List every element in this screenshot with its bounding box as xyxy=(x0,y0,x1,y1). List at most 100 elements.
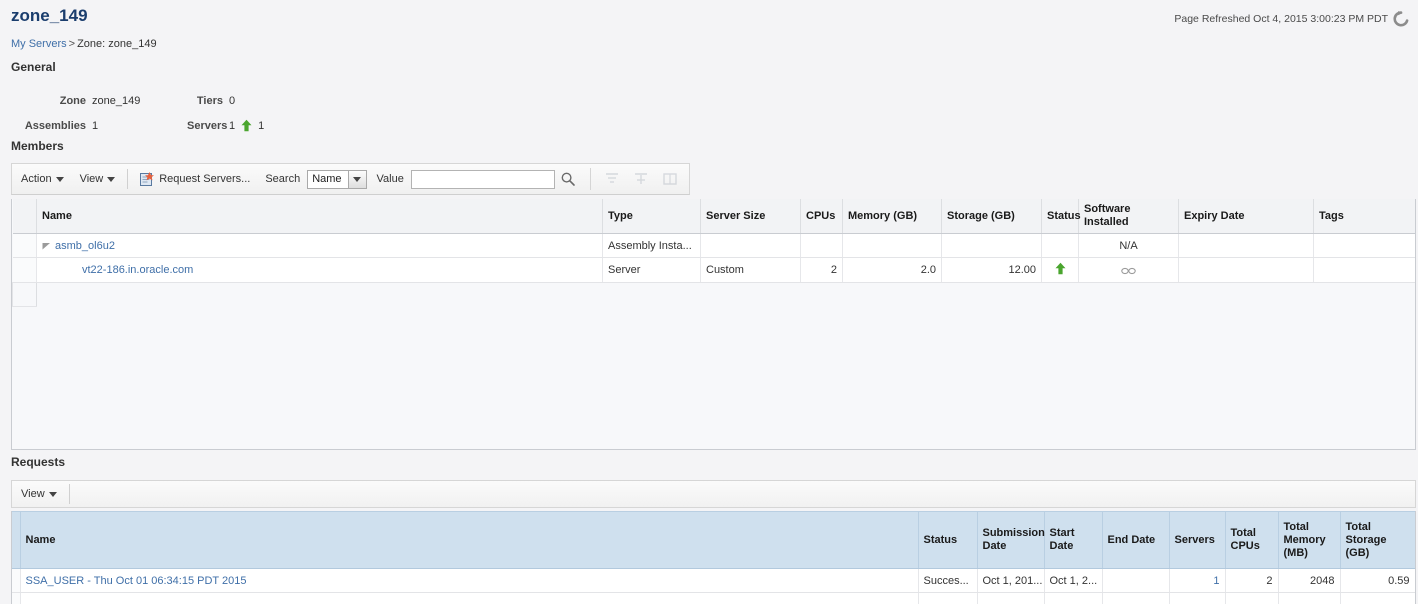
page-root: zone_149 Page Refreshed Oct 4, 2015 3:00… xyxy=(0,0,1418,604)
request-servers-cell: 1 xyxy=(1169,568,1226,593)
expand-all-icon[interactable] xyxy=(633,171,649,187)
action-menu-button[interactable]: Action xyxy=(12,164,72,194)
request-empty-cell xyxy=(977,592,1045,604)
members-col-expiry-date[interactable]: Expiry Date xyxy=(1178,199,1314,234)
request-total-cpus-cell: 2 xyxy=(1225,568,1279,593)
requests-select-column-header xyxy=(12,511,21,569)
request-servers-label: Request Servers... xyxy=(159,173,251,185)
servers-value: 1 xyxy=(229,119,236,132)
filler-select-cell xyxy=(12,282,37,307)
tiers-value: 0 xyxy=(229,94,236,107)
request-empty-cell xyxy=(918,592,978,604)
detach-icon[interactable] xyxy=(662,171,678,187)
members-table: Name Type Server Size CPUs Memory (GB) S… xyxy=(12,199,1415,307)
members-col-memory[interactable]: Memory (GB) xyxy=(842,199,942,234)
up-arrow-icon xyxy=(1054,262,1067,275)
row-select-cell[interactable] xyxy=(12,257,37,283)
member-tags-cell xyxy=(1313,257,1415,283)
row-select-cell[interactable] xyxy=(12,233,37,258)
members-col-name[interactable]: Name xyxy=(36,199,603,234)
search-icon[interactable] xyxy=(560,171,576,187)
requests-partial-row[interactable] xyxy=(12,592,1415,604)
requests-col-name[interactable]: Name xyxy=(20,511,919,569)
requests-col-start-date[interactable]: Start Date xyxy=(1044,511,1103,569)
request-empty-cell xyxy=(1278,592,1341,604)
chevron-down-glyph xyxy=(353,176,362,182)
chevron-down-icon[interactable] xyxy=(347,170,366,188)
chevron-down-icon xyxy=(55,176,64,182)
members-select-column-header xyxy=(12,199,37,234)
members-empty-filler-row xyxy=(12,282,1415,307)
filler-cell xyxy=(36,282,1415,307)
tiers-label: Tiers xyxy=(196,94,223,107)
member-software-installed-cell: N/A xyxy=(1078,233,1179,258)
member-memory-cell: 2.0 xyxy=(842,257,942,283)
page-title: zone_149 xyxy=(11,6,88,25)
breadcrumb-separator: > xyxy=(68,38,76,50)
members-col-software-installed[interactable]: Software Installed xyxy=(1078,199,1179,234)
breadcrumb-link-my-servers[interactable]: My Servers xyxy=(11,38,67,50)
requests-col-servers[interactable]: Servers xyxy=(1169,511,1226,569)
requests-col-status[interactable]: Status xyxy=(918,511,978,569)
request-name-link[interactable]: SSA_USER - Thu Oct 01 06:34:15 PDT 2015 xyxy=(26,575,247,587)
member-server-size-cell: Custom xyxy=(700,257,801,283)
member-expiry-date-cell xyxy=(1178,233,1314,258)
members-toolbar: Action View Request Servers... Search Na… xyxy=(11,163,690,195)
member-server-size-cell xyxy=(700,233,801,258)
member-name-cell: vt22-186.in.oracle.com xyxy=(36,257,603,283)
general-section-title: General xyxy=(11,60,56,74)
page-refresh-group: Page Refreshed Oct 4, 2015 3:00:23 PM PD… xyxy=(1174,10,1410,28)
request-empty-cell xyxy=(1340,592,1415,604)
request-servers-button[interactable]: Request Servers... xyxy=(132,164,257,194)
collapse-triangle-icon[interactable] xyxy=(42,241,51,250)
requests-view-menu-button[interactable]: View xyxy=(12,481,65,507)
requests-col-end-date[interactable]: End Date xyxy=(1102,511,1170,569)
member-cpus-cell xyxy=(800,233,843,258)
search-field-select[interactable]: Name xyxy=(307,169,367,189)
collapse-all-icon[interactable] xyxy=(604,171,620,187)
table-row[interactable]: vt22-186.in.oracle.com Server Custom 2 2… xyxy=(12,257,1415,283)
row-select-cell[interactable] xyxy=(12,568,21,593)
value-label: Value xyxy=(376,173,404,185)
breadcrumb-current: Zone: zone_149 xyxy=(77,38,157,50)
row-select-cell[interactable] xyxy=(12,592,21,604)
requests-header-row: Name Status Submission Date Start Date E… xyxy=(12,511,1415,569)
members-col-cpus[interactable]: CPUs xyxy=(800,199,843,234)
refresh-icon[interactable] xyxy=(1392,10,1410,28)
view-menu-label: View xyxy=(79,173,104,185)
glasses-icon xyxy=(1121,266,1136,275)
table-row[interactable]: asmb_ol6u2 Assembly Insta... N/A xyxy=(12,233,1415,258)
member-status-cell xyxy=(1041,257,1079,283)
request-servers-link[interactable]: 1 xyxy=(1213,575,1219,587)
member-cpus-cell: 2 xyxy=(800,257,843,283)
search-value-input[interactable] xyxy=(410,169,555,189)
requests-col-total-storage[interactable]: Total Storage (GB) xyxy=(1340,511,1415,569)
members-col-storage[interactable]: Storage (GB) xyxy=(941,199,1042,234)
members-col-status[interactable]: Status xyxy=(1041,199,1081,234)
request-empty-cell xyxy=(1225,592,1279,604)
member-software-installed-cell xyxy=(1078,257,1179,283)
members-col-tags[interactable]: Tags xyxy=(1313,199,1415,234)
view-menu-button[interactable]: View xyxy=(72,164,124,194)
table-row[interactable]: SSA_USER - Thu Oct 01 06:34:15 PDT 2015 … xyxy=(12,568,1415,593)
requests-col-total-cpus[interactable]: Total CPUs xyxy=(1225,511,1279,569)
members-col-type[interactable]: Type xyxy=(602,199,701,234)
chevron-down-icon xyxy=(107,176,116,182)
member-name-link[interactable]: asmb_ol6u2 xyxy=(55,240,115,252)
requests-col-submission-date[interactable]: Submission Date xyxy=(977,511,1045,569)
requests-table-container: Name Status Submission Date Start Date E… xyxy=(11,511,1416,604)
zone-label: Zone xyxy=(59,94,86,107)
request-empty-cell xyxy=(1169,592,1226,604)
member-name-link[interactable]: vt22-186.in.oracle.com xyxy=(82,264,193,276)
assemblies-value: 1 xyxy=(92,119,99,132)
member-tags-cell xyxy=(1313,233,1415,258)
request-start-date-cell: Oct 1, 2... xyxy=(1044,568,1103,593)
request-empty-cell xyxy=(20,592,919,604)
servers-up-count: 1 xyxy=(258,119,265,132)
members-col-server-size[interactable]: Server Size xyxy=(700,199,801,234)
general-row-zone-tiers: Zone zone_149 Tiers 0 xyxy=(0,88,400,113)
general-row-assemblies-servers: Assemblies 1 Servers 1 1 xyxy=(0,113,400,138)
requests-col-total-memory[interactable]: Total Memory (MB) xyxy=(1278,511,1341,569)
search-field-selected-value: Name xyxy=(312,173,342,185)
request-name-cell: SSA_USER - Thu Oct 01 06:34:15 PDT 2015 xyxy=(20,568,919,593)
